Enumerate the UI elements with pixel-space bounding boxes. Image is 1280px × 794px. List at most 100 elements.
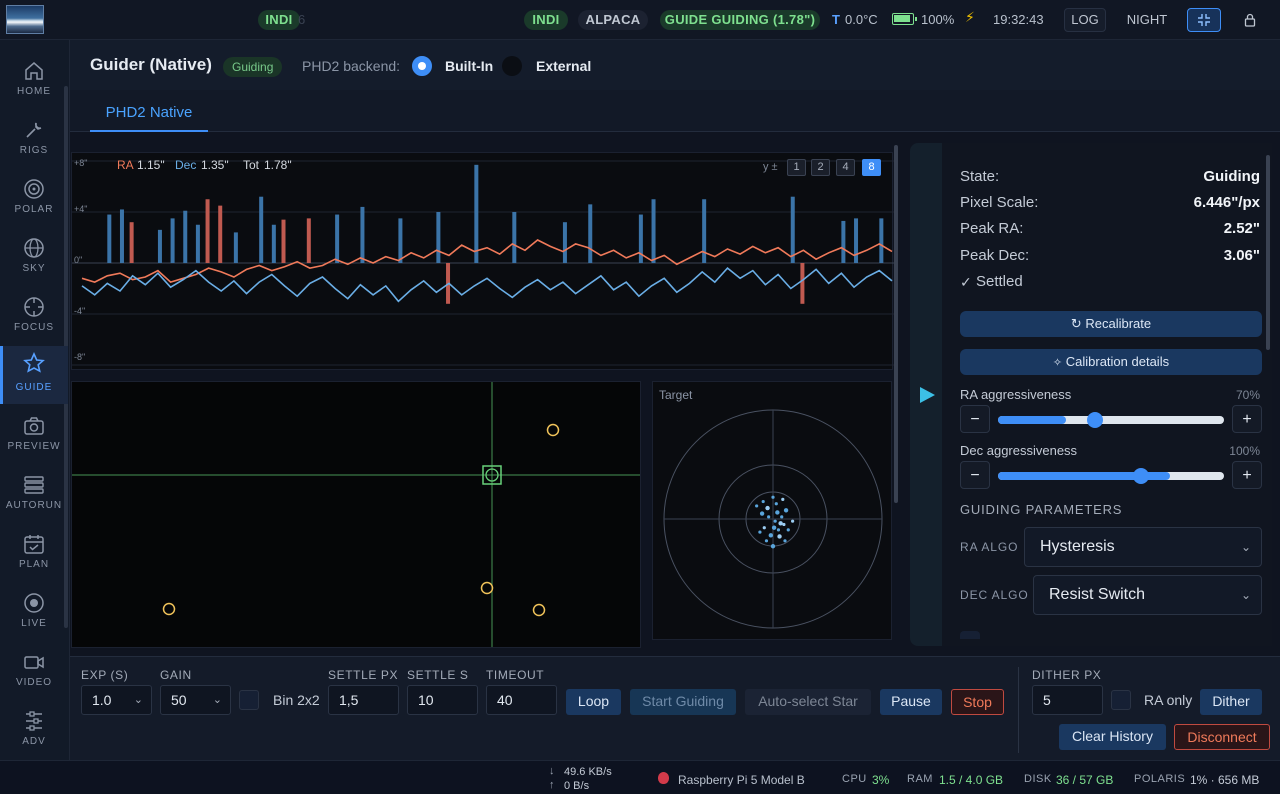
target-point — [778, 521, 783, 526]
bin-2x2-label[interactable]: Bin 2x2 — [273, 692, 320, 708]
tab-phd2-native[interactable]: PHD2 Native — [90, 90, 208, 132]
settle-px-input[interactable]: 1,5 — [328, 685, 399, 715]
bin-2x2-checkbox[interactable] — [239, 690, 259, 710]
ra-correction-bar — [205, 199, 210, 263]
main-scrollbar[interactable] — [894, 145, 898, 503]
sidebar-item-live[interactable]: LIVE — [0, 588, 68, 644]
slider-knob[interactable] — [1087, 412, 1104, 428]
ra-correction-bar — [306, 218, 311, 263]
ra-only-checkbox[interactable] — [1111, 690, 1131, 710]
legend-tot-value: 1.78" — [264, 158, 292, 172]
sidebar-item-focus[interactable]: FOCUS — [0, 292, 68, 348]
recalibrate-button[interactable]: ↻ Recalibrate — [960, 311, 1262, 337]
log-button[interactable]: LOG — [1064, 8, 1106, 32]
dec-correction-bar — [512, 212, 517, 263]
slider-fill — [998, 416, 1067, 424]
dither-px-input[interactable]: 5 — [1032, 685, 1103, 715]
target-point — [765, 505, 770, 511]
builtin-radio[interactable] — [412, 56, 432, 76]
peak-ra-value: 2.52" — [1223, 220, 1260, 237]
target-point — [781, 497, 785, 501]
sidebar-label: ADV — [22, 736, 46, 747]
ra-algo-label: RA ALGO — [960, 540, 1019, 554]
sidebar-item-video[interactable]: VIDEO — [0, 647, 68, 703]
start-guiding-button[interactable]: Start Guiding — [630, 689, 736, 715]
chevron-down-icon: ⌄ — [1240, 540, 1251, 554]
dec-aggr-increase-button[interactable]: + — [1232, 461, 1262, 489]
y-scale-2-button[interactable]: 2 — [811, 159, 830, 176]
sidebar-item-preview[interactable]: PREVIEW — [0, 411, 68, 467]
target-point — [780, 515, 784, 519]
state-label: State: — [960, 168, 1000, 185]
sidebar-item-adv[interactable]: ADV — [0, 706, 68, 762]
partial-checkbox[interactable] — [960, 631, 980, 639]
raspberry-icon — [658, 772, 669, 784]
sidebar-item-guide[interactable]: GUIDE — [0, 346, 68, 404]
loop-button[interactable]: Loop — [566, 689, 621, 715]
temp-prefix: T — [832, 12, 840, 27]
y-tick-label: +4" — [74, 204, 88, 214]
temp-value: 0.0°C — [845, 12, 878, 27]
builtin-label[interactable]: Built-In — [445, 58, 493, 74]
disconnect-button[interactable]: Disconnect — [1174, 724, 1270, 750]
dec-aggr-decrease-button[interactable]: − — [960, 461, 990, 489]
battery-icon — [892, 13, 917, 25]
indi-pill[interactable]: INDI — [524, 10, 568, 30]
y-scale-1-button[interactable]: 1 — [787, 159, 806, 176]
sidebar-item-plan[interactable]: PLAN — [0, 529, 68, 585]
lock-icon — [1244, 13, 1256, 27]
y-scale-8-button[interactable]: 8 — [862, 159, 881, 176]
ra-aggr-decrease-button[interactable]: − — [960, 405, 990, 433]
pixel-scale-label: Pixel Scale: — [960, 194, 1039, 211]
ra-aggressiveness-slider[interactable] — [998, 412, 1224, 428]
cpu-label: CPU — [842, 773, 867, 785]
indi-ghost-pill: INDI — [258, 10, 300, 30]
chevron-down-icon: ⌄ — [212, 694, 222, 706]
right-panel-scrollbar[interactable] — [1266, 155, 1270, 350]
lock-button[interactable] — [1236, 8, 1264, 32]
compact-mode-button[interactable] — [1187, 8, 1221, 32]
dither-button[interactable]: Dither — [1200, 689, 1262, 715]
target-point — [762, 526, 766, 530]
gain-select[interactable]: 50 ⌄ — [160, 685, 231, 715]
sidebar-item-rigs[interactable]: RIGS — [0, 115, 68, 171]
dec-correction-bar — [398, 218, 403, 263]
dec-aggressiveness-slider[interactable] — [998, 468, 1224, 484]
y-scale-label: y ± — [763, 161, 778, 173]
y-scale-4-button[interactable]: 4 — [836, 159, 855, 176]
calibration-details-label: Calibration details — [1065, 354, 1170, 369]
guide-pill[interactable]: GUIDE GUIDING (1.78") — [660, 10, 820, 30]
auto-select-star-button[interactable]: Auto-select Star — [745, 689, 871, 715]
legend-ra-value: 1.15" — [137, 158, 165, 172]
refresh-icon: ↻ — [1070, 316, 1082, 331]
guider-info-panel: State: Guiding Pixel Scale: 6.446"/px Pe… — [942, 143, 1272, 646]
settle-s-input[interactable]: 10 — [407, 685, 478, 715]
dec-correction-bar — [562, 222, 567, 263]
sidebar-item-home[interactable]: HOME — [0, 56, 68, 112]
camera-view[interactable] — [71, 381, 641, 648]
dec-correction-bar — [588, 204, 593, 263]
calibration-details-button[interactable]: ✧ Calibration details — [960, 349, 1262, 375]
sidebar-item-autorun[interactable]: AUTORUN — [0, 470, 68, 526]
dec-algo-select[interactable]: Resist Switch ⌄ — [1033, 575, 1262, 615]
ra-only-label[interactable]: RA only — [1144, 692, 1192, 708]
pause-button[interactable]: Pause — [880, 689, 942, 715]
guide-controls: EXP (S) 1.0 ⌄ GAIN 50 ⌄ Bin 2x2 SETTLE P… — [70, 656, 1280, 760]
dec-correction-bar — [854, 218, 859, 263]
night-button[interactable]: NIGHT — [1120, 8, 1174, 32]
timeout-input[interactable]: 40 — [486, 685, 557, 715]
alpaca-pill[interactable]: ALPACA — [578, 10, 648, 30]
sidebar-item-polar[interactable]: POLAR — [0, 174, 68, 230]
sidebar-label: PLAN — [18, 559, 50, 570]
external-label[interactable]: External — [536, 58, 591, 74]
ra-algo-select[interactable]: Hysteresis ⌄ — [1024, 527, 1262, 567]
clear-history-button[interactable]: Clear History — [1059, 724, 1166, 750]
external-radio[interactable] — [502, 56, 522, 76]
dec-correction-bar — [271, 224, 276, 263]
stop-button[interactable]: Stop — [951, 689, 1004, 715]
exp-select[interactable]: 1.0 ⌄ — [81, 685, 152, 715]
panel-collapse-handle[interactable] — [910, 143, 942, 646]
slider-knob[interactable] — [1133, 468, 1149, 484]
ra-aggr-increase-button[interactable]: + — [1232, 405, 1262, 433]
sidebar-item-sky[interactable]: SKY — [0, 233, 68, 289]
